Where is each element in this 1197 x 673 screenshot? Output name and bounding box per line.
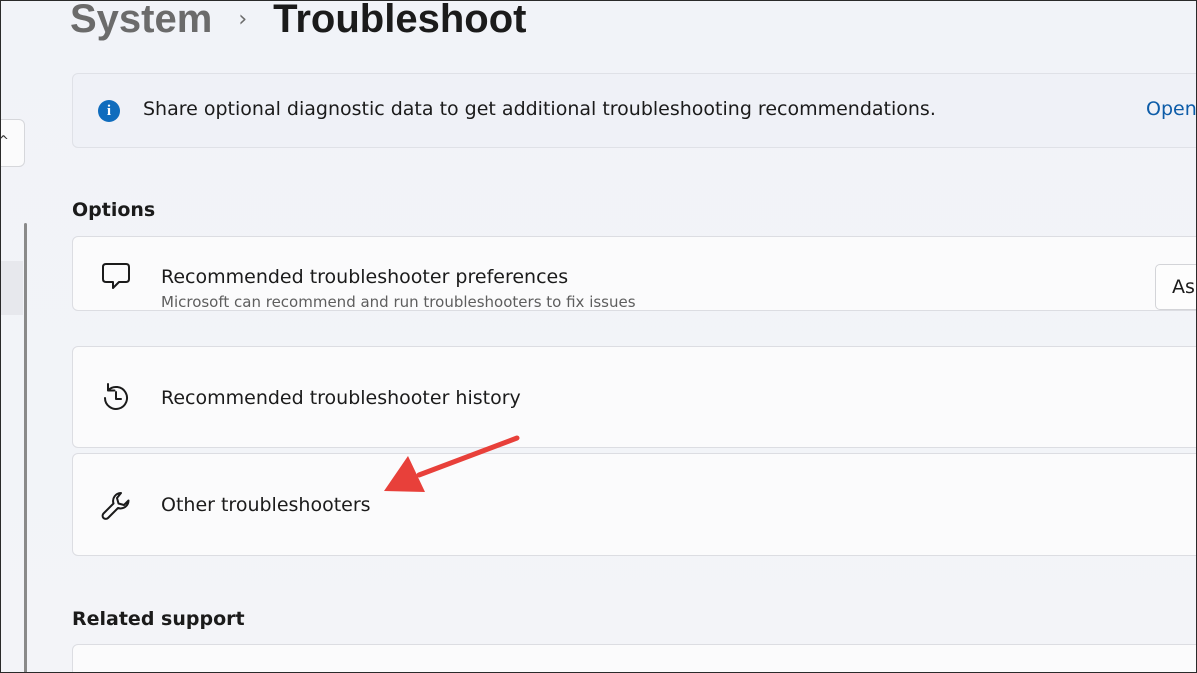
related-support-card[interactable] bbox=[72, 644, 1196, 672]
wrench-icon bbox=[101, 492, 130, 520]
open-diagnostics-link[interactable]: Open bbox=[1146, 98, 1196, 120]
options-heading: Options bbox=[72, 199, 156, 221]
breadcrumb: System › Troubleshoot bbox=[70, 0, 527, 49]
diagnostic-data-banner: i Share optional diagnostic data to get … bbox=[72, 73, 1196, 148]
card-subtitle: Microsoft can recommend and run troubles… bbox=[161, 293, 636, 311]
troubleshooter-preference-dropdown[interactable]: As bbox=[1155, 264, 1196, 310]
troubleshooter-history-card[interactable]: Recommended troubleshooter history bbox=[72, 346, 1196, 448]
sidebar-collapse-button[interactable]: ^ bbox=[1, 119, 25, 167]
history-icon bbox=[104, 383, 128, 410]
page-title: Troubleshoot bbox=[273, 0, 527, 41]
other-troubleshooters-card[interactable]: Other troubleshooters bbox=[72, 453, 1196, 556]
card-title: Recommended troubleshooter preferences bbox=[161, 266, 569, 288]
banner-message: Share optional diagnostic data to get ad… bbox=[143, 98, 936, 120]
recommended-preferences-card[interactable]: Recommended troubleshooter preferences M… bbox=[72, 236, 1196, 311]
card-title: Other troubleshooters bbox=[161, 494, 371, 516]
related-support-heading: Related support bbox=[72, 608, 245, 630]
chevron-up-icon: ^ bbox=[1, 134, 9, 149]
info-icon: i bbox=[98, 100, 120, 122]
sidebar-scrollbar[interactable] bbox=[24, 223, 27, 672]
card-title: Recommended troubleshooter history bbox=[161, 387, 521, 409]
chevron-right-icon: › bbox=[238, 6, 248, 32]
chat-bubble-icon bbox=[102, 263, 130, 289]
breadcrumb-system[interactable]: System bbox=[70, 1, 212, 42]
settings-window: ^ System › Troubleshoot i Share optional… bbox=[0, 0, 1197, 673]
sidebar-selected-item[interactable] bbox=[1, 261, 23, 315]
